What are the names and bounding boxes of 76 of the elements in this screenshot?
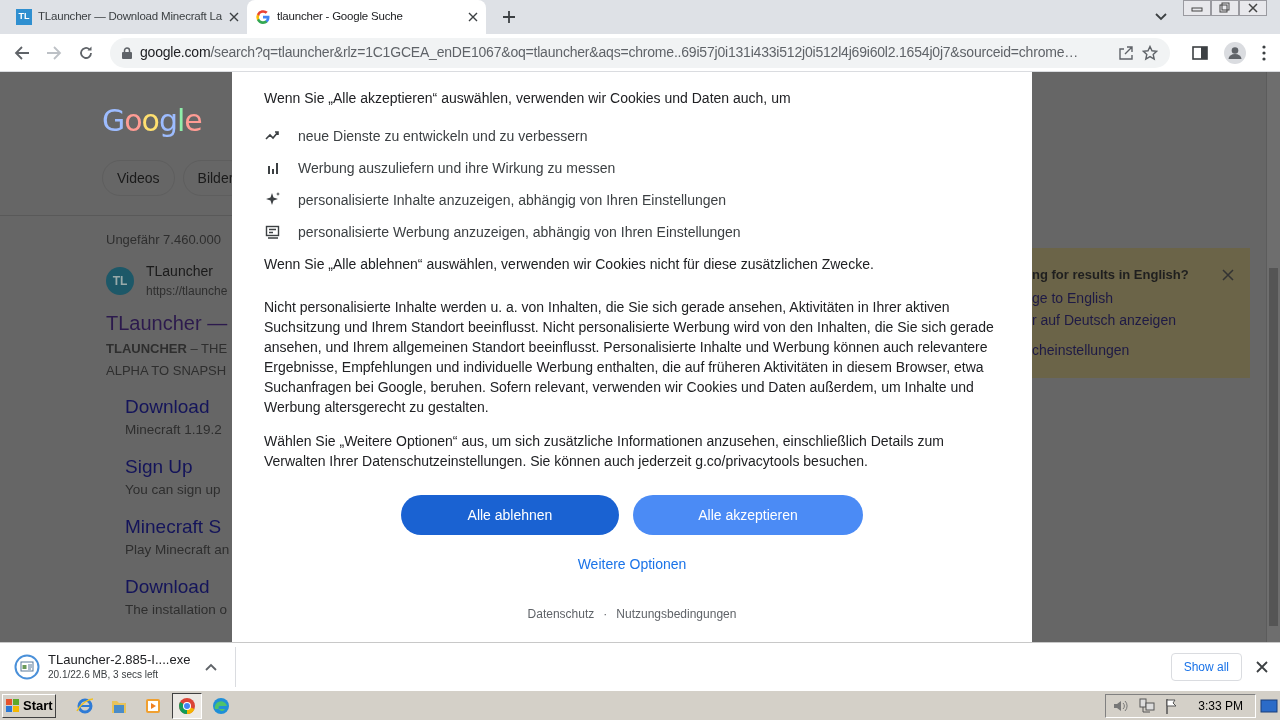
purpose-text: personalisierte Werbung anzuzeigen, abhängig von Ihren Einstellungen [298, 222, 741, 242]
lock-icon [122, 46, 132, 59]
panel-heading: ng for results in English? [1032, 266, 1189, 285]
tab-title: TLauncher — Download Minecraft La [38, 9, 223, 25]
result-snippet: ALPHA TO SNAPSH [106, 362, 228, 380]
browser-tab[interactable]: tlauncher - Google Suche [247, 0, 486, 34]
panel-link[interactable]: ge to English [1032, 289, 1250, 307]
network-icon[interactable] [1138, 697, 1157, 714]
close-icon[interactable] [468, 12, 478, 22]
clock: 3:33 PM [1198, 697, 1243, 715]
tab-title: tlauncher - Google Suche [277, 9, 404, 25]
site-favicon-icon: TL [16, 9, 32, 25]
chrome-icon [178, 696, 196, 715]
panel-link[interactable]: r auf Deutsch anzeigen [1032, 311, 1250, 329]
restore-icon[interactable] [1211, 0, 1239, 16]
download-filename: TLauncher-2.885-I....exe [48, 651, 192, 668]
desktop-icon[interactable] [1260, 697, 1278, 714]
footer-link[interactable]: Nutzungsbedingungen [616, 605, 737, 623]
share-icon[interactable] [1118, 44, 1134, 61]
close-icon[interactable] [229, 12, 239, 22]
consent-button[interactable]: Alle akzeptieren [633, 495, 863, 535]
close-icon[interactable] [1239, 0, 1267, 16]
reload-icon[interactable] [78, 44, 94, 61]
sitelink-snippet: You can sign up [125, 481, 222, 499]
start-button[interactable]: Start [2, 693, 56, 718]
google-favicon-icon [255, 9, 271, 25]
edge-icon [212, 696, 230, 715]
download-status: 20.1/22.6 MB, 3 secs left [48, 668, 160, 682]
purpose-text: neue Dienste zu entwickeln und zu verbessern [298, 126, 588, 146]
info-paragraph: Nicht personalisierte Inhalte werden u. a. von Inhalten, die Sie sich gerade ansehen, Aktivitäten in Ihrer aktiven Suchsitzung und Ihrem Standort beeinflusst. Nicht personalisierte Werbung wird von den Inhalten, die Sie sich gerade ansehen, und Ihrem allgemeinen Standort beeinflusst. Personalisierte Inhalte und Werbung können auch relevantere Ergebnisse, Empfehlungen und individuelle Werbung enthalten, die auf früheren Aktivitäten in diesem Browser, etwa Suchanfragen bei Google, beruhen. Sofern relevant, verwenden wir Cookies und Daten außerdem, um Inhalte und Werbung altersgerecht zu gestalten. [264, 298, 995, 417]
sitelink[interactable]: Minecraft S [125, 514, 232, 540]
taskbar-app[interactable] [172, 692, 202, 719]
result-title-link[interactable]: TLauncher — [106, 308, 232, 338]
sitelink-snippet: The installation o [125, 601, 229, 619]
installer-icon [14, 653, 40, 680]
outro-text: Wenn Sie „Alle ablehnen“ auswählen, verwenden wir Cookies nicht für diese zusätzlichen Zwecke. [264, 255, 875, 274]
profile-icon[interactable] [1224, 41, 1246, 64]
bar-chart-icon [265, 160, 281, 176]
menu-icon[interactable] [1262, 44, 1266, 61]
sitelink[interactable]: Download [125, 574, 232, 600]
side-panel-icon[interactable] [1192, 44, 1208, 61]
more-options-link[interactable]: Weitere Optionen [577, 554, 687, 575]
windows-flag-icon [6, 698, 20, 713]
footer-link[interactable]: Datenschutz [527, 605, 595, 623]
panel-link[interactable]: cheinstellungen [1032, 341, 1250, 359]
sitelink[interactable]: Download [125, 394, 232, 420]
download-item[interactable]: TLauncher-2.885-I....exe 20.1/22.6 MB, 3 secs left [0, 646, 236, 687]
close-icon[interactable] [1256, 660, 1268, 673]
media-player-icon [144, 696, 162, 715]
chevron-down-icon[interactable] [1155, 13, 1167, 21]
browser-tab[interactable]: TL TLauncher — Download Minecraft La [8, 0, 247, 34]
consent-button[interactable]: Alle ablehnen [401, 495, 619, 535]
address-bar[interactable]: google.com/search?q=tlauncher&rlz=1C1GCEA_enDE1067&oq=tlauncher&aqs=chrome..69i57j0i131i433i512j0i512l4j69i60l2.1654j0j7&sourceid=chrome… [110, 37, 1170, 68]
back-icon[interactable] [14, 44, 30, 61]
purpose-text: personalisierte Inhalte anzuzeigen, abhängig von Ihren Einstellungen [298, 190, 727, 210]
sitelink-snippet: Play Minecraft an [125, 541, 231, 559]
ie-icon [76, 696, 94, 715]
sitelink-snippet: Minecraft 1.19.2 [125, 421, 223, 439]
result-count: Ungefähr 7.460.000 [106, 231, 222, 248]
intro-text: Wenn Sie „Alle akzeptieren“ auswählen, verwenden wir Cookies und Daten auch, um [264, 89, 792, 108]
scrollbar-thumb[interactable] [1269, 268, 1278, 626]
list-card-icon [265, 224, 281, 240]
info-paragraph: Wählen Sie „Weitere Optionen“ aus, um sich zusätzliche Informationen anzusehen, einschließlich Details zum Verwalten Ihrer Datenschutzeinstellungen. Sie können auch jederzeit g.co/privacytools besuchen. [264, 432, 945, 471]
show-all-button[interactable]: Show all [1170, 652, 1242, 681]
separator-dot: · [603, 606, 608, 623]
result-snippet: TLAUNCHER – THE [106, 340, 229, 358]
url-text: google.com/search?q=tlauncher&rlz=1C1GCEA_enDE1067&oq=tlauncher&aqs=chrome..69i57j0i131i433i512j0i512l4j69i60l2.1654j0j7&sourceid=chrome… [140, 43, 1080, 62]
sitelink[interactable]: Sign Up [125, 454, 232, 480]
purpose-text: Werbung auszuliefern und ihre Wirkung zu messen [298, 158, 616, 178]
caret-up-icon[interactable] [205, 662, 217, 671]
site-name: TLauncher [146, 262, 214, 281]
star-icon[interactable] [1142, 44, 1158, 61]
google-logo: Google [102, 106, 203, 136]
site-url: https://tlaunche [146, 283, 228, 300]
site-favicon-icon: TL [106, 266, 134, 295]
new-tab-icon[interactable] [502, 10, 516, 24]
